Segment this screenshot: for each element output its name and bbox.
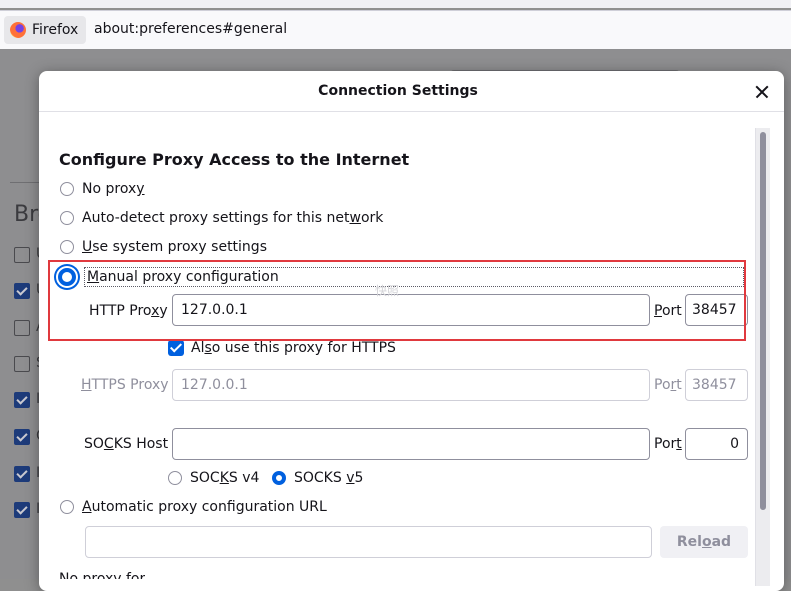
socks-host-input[interactable]: [172, 428, 650, 460]
firefox-logo-icon: [10, 22, 26, 38]
also-https-label: Also use this proxy for HTTPS: [191, 340, 396, 356]
dialog-scrollbar[interactable]: [755, 128, 770, 586]
radio-button[interactable]: [168, 471, 182, 485]
identity-label: Firefox: [32, 22, 79, 38]
also-https-checkbox[interactable]: [168, 340, 184, 356]
radio-auto-detect[interactable]: Auto-detect proxy settings for this netw…: [60, 210, 383, 226]
https-proxy-input[interactable]: 127.0.0.1: [172, 369, 650, 401]
socks-host-label: SOCKS Host: [84, 436, 169, 452]
background-checkbox: [14, 466, 30, 482]
scrollbar-thumb[interactable]: [760, 132, 766, 510]
radio-button[interactable]: [60, 500, 74, 514]
background-checkbox: [14, 392, 30, 408]
close-icon[interactable]: [750, 80, 774, 104]
auto-config-url-input[interactable]: [85, 526, 652, 558]
radio-no-proxy-label: No proxy: [82, 181, 145, 197]
section-title: Configure Proxy Access to the Internet: [59, 150, 410, 169]
background-checkbox: [14, 356, 30, 372]
dialog-title: Connection Settings: [318, 83, 478, 99]
annotation-highlight-box: [48, 260, 746, 341]
radio-socks-v5-label: SOCKS v5: [294, 470, 364, 486]
dialog-title-divider: [39, 111, 784, 112]
identity-box[interactable]: Firefox: [4, 16, 87, 44]
background-checkbox: [14, 502, 30, 518]
radio-button[interactable]: [60, 211, 74, 225]
https-port-input[interactable]: 38457: [685, 369, 748, 401]
socks-port-input[interactable]: 0: [685, 428, 748, 460]
background-checkbox: [14, 429, 30, 445]
background-checkbox: [14, 283, 30, 299]
tab-strip: [0, 0, 791, 8]
radio-system-proxy-label: Use system proxy settings: [82, 239, 267, 255]
radio-system-proxy[interactable]: Use system proxy settings: [60, 239, 267, 255]
radio-socks-v4[interactable]: SOCKS v4: [168, 470, 259, 486]
no-proxy-for-label: No proxy for: [59, 571, 146, 579]
https-port-label: Port: [654, 377, 682, 393]
radio-no-proxy[interactable]: No proxy: [60, 181, 145, 197]
reload-button[interactable]: Reload: [660, 526, 748, 558]
background-checkbox: [14, 247, 30, 263]
radio-button-selected[interactable]: [272, 471, 286, 485]
radio-button[interactable]: [60, 240, 74, 254]
radio-button[interactable]: [60, 182, 74, 196]
socks-port-label: Port: [654, 436, 682, 452]
background-divider: [10, 182, 40, 183]
radio-socks-v4-label: SOCKS v4: [190, 470, 260, 486]
radio-auto-config-url[interactable]: Automatic proxy configuration URL: [60, 499, 327, 515]
radio-auto-detect-label: Auto-detect proxy settings for this netw…: [82, 210, 384, 226]
https-proxy-label: HTTPS Proxy: [81, 377, 169, 393]
url-bar[interactable]: Firefox about:preferences#general: [0, 10, 791, 50]
background-checkbox: [14, 320, 30, 336]
url-text[interactable]: about:preferences#general: [94, 21, 287, 37]
radio-socks-v5[interactable]: SOCKS v5: [272, 470, 363, 486]
radio-auto-config-url-label: Automatic proxy configuration URL: [82, 499, 327, 515]
